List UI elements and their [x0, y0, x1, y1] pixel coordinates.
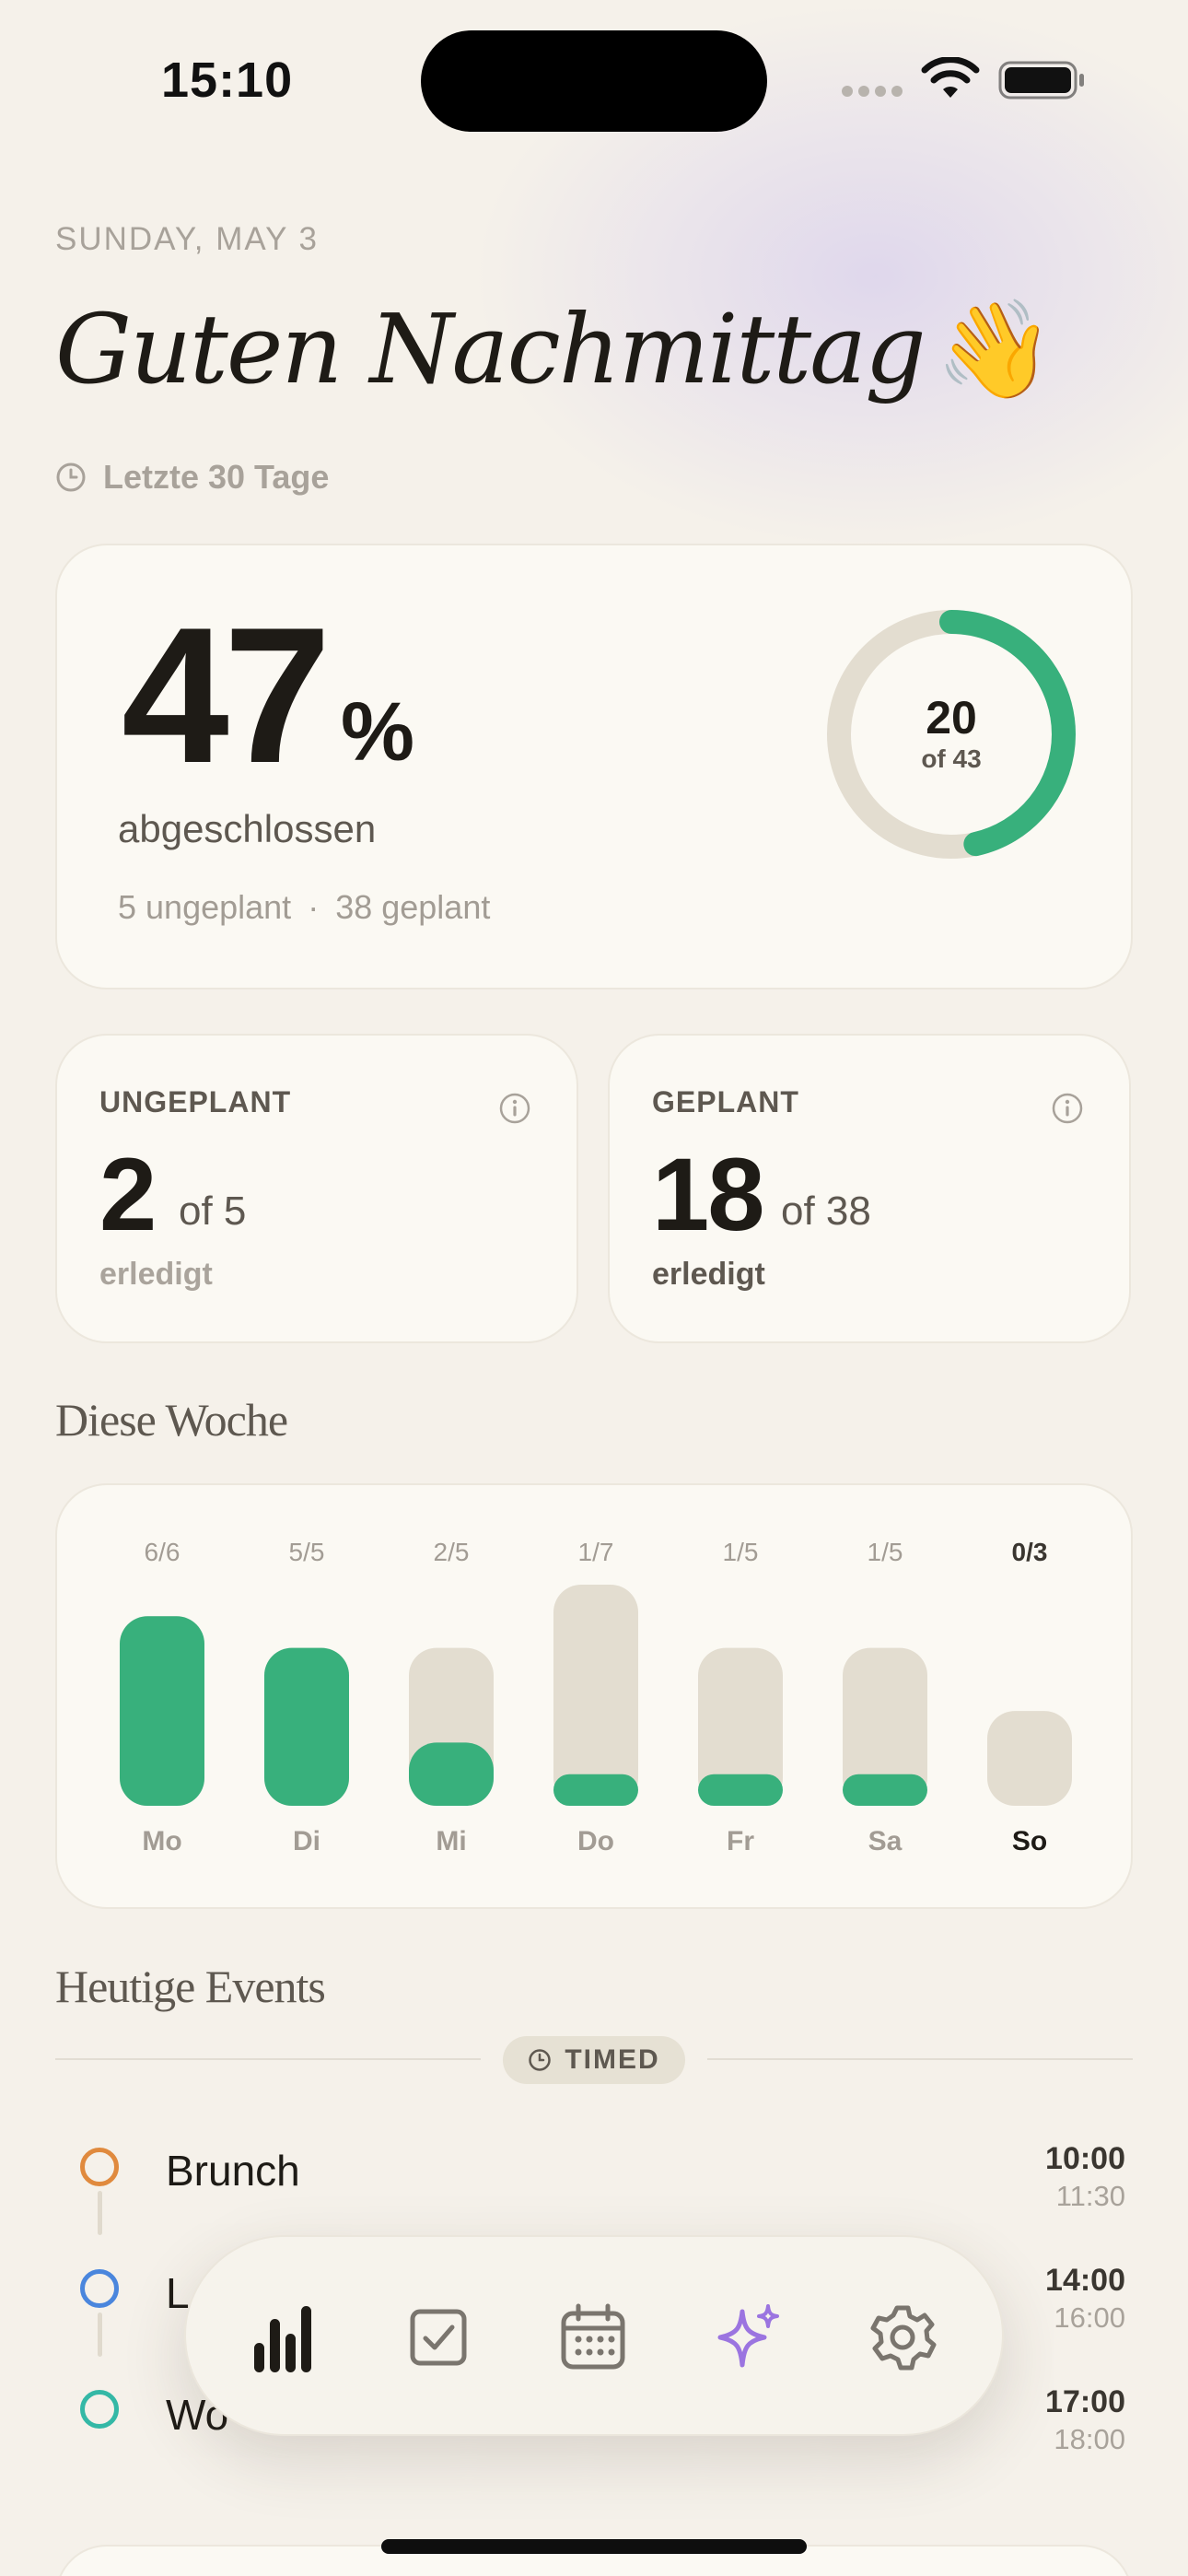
greeting-title: Guten Nachmittag 👋	[55, 293, 1054, 406]
event-timeline-dot	[80, 2390, 119, 2429]
bar-value-label: 1/7	[578, 1538, 614, 1566]
day-label-di: Di	[293, 1826, 320, 1856]
info-icon[interactable]	[1050, 1091, 1085, 1126]
bar-done-sa	[843, 1774, 927, 1806]
day-label-do: Do	[577, 1826, 614, 1856]
greeting-text: Guten Nachmittag	[55, 293, 926, 405]
bar-value-label: 1/5	[723, 1538, 759, 1566]
timed-filter-chip[interactable]: TIMED	[503, 2036, 685, 2084]
week-bar-chart: 6/6 Mo 5/5 Di 2/5 Mi 1/7 Do 1/5 Fr 1/5 Sa 0/3 So	[120, 1538, 1072, 1856]
completion-percent: 47	[122, 587, 332, 803]
waving-hand-emoji: 👋	[935, 293, 1054, 405]
event-end-time: 16:00	[1054, 2301, 1125, 2334]
day-label-mo: Mo	[142, 1826, 181, 1856]
divider-left	[55, 2058, 481, 2060]
period-label: Letzte 30 Tage	[103, 458, 330, 496]
bottom-tab-bar	[184, 2235, 1004, 2436]
battery-icon	[998, 61, 1084, 100]
unplanned-total: of 5	[179, 1188, 247, 1234]
completion-summary-card: 47 % abgeschlossen 5 ungeplant · 38 gepl…	[55, 544, 1133, 989]
bar-chart-icon	[254, 2306, 311, 2372]
bar-done-mi	[409, 1742, 494, 1806]
event-name[interactable]: L	[166, 2268, 190, 2318]
clock-icon	[529, 2049, 552, 2071]
task-breakdown: 5 ungeplant · 38 geplant	[118, 888, 490, 927]
tab-settings[interactable]	[854, 2289, 951, 2386]
bar-done-fr	[698, 1774, 783, 1806]
unplanned-done-value: 2	[99, 1137, 157, 1252]
bar-value-label: 1/5	[868, 1538, 903, 1566]
wifi-icon	[921, 57, 980, 98]
date-label: SUNDAY, MAY 3	[55, 221, 320, 257]
bar-value-label: 6/6	[145, 1538, 181, 1566]
checkbox-icon	[410, 2309, 467, 2366]
unplanned-title: UNGEPLANT	[99, 1085, 292, 1118]
signal-icon	[842, 86, 904, 97]
bar-remaining-do	[553, 1585, 638, 1806]
bar-value-label: 0/3	[1012, 1538, 1048, 1566]
planned-card: GEPLANT 18 of 38 erledigt	[608, 1034, 1131, 1343]
bar-done-do	[553, 1774, 638, 1806]
tab-ai-assistant[interactable]	[699, 2289, 797, 2386]
unplanned-card: UNGEPLANT 2 of 5 erledigt	[55, 1034, 578, 1343]
event-end-time: 18:00	[1054, 2423, 1125, 2455]
unplanned-footer: erledigt	[99, 1257, 213, 1292]
bar-done-mo	[120, 1616, 204, 1806]
day-label-so: So	[1012, 1826, 1047, 1856]
tab-calendar[interactable]	[544, 2289, 642, 2386]
timeline-connector	[98, 2313, 102, 2357]
event-start-time: 14:00	[1045, 2263, 1125, 2298]
status-time: 15:10	[161, 53, 294, 108]
timeline-connector	[98, 2191, 102, 2235]
bar-value-label: 2/5	[434, 1538, 470, 1566]
event-timeline-dot	[80, 2148, 119, 2186]
week-chart-card: 6/6 Mo 5/5 Di 2/5 Mi 1/7 Do 1/5 Fr 1/5 Sa 0/3 So	[55, 1483, 1133, 1909]
day-label-mi: Mi	[436, 1826, 466, 1856]
event-timeline-dot	[80, 2269, 119, 2308]
period-filter[interactable]: Letzte 30 Tage	[55, 458, 329, 497]
percent-sign: %	[341, 686, 415, 779]
bar-done-di	[264, 1647, 349, 1806]
event-start-time: 10:00	[1045, 2141, 1125, 2176]
calendar-icon	[561, 2303, 625, 2370]
gear-icon	[870, 2305, 937, 2371]
tab-tasks[interactable]	[390, 2289, 487, 2386]
bar-remaining-so	[987, 1711, 1072, 1806]
unplanned-count: 5 ungeplant	[118, 888, 292, 926]
home-indicator	[381, 2539, 807, 2554]
planned-done-value: 18	[652, 1137, 765, 1252]
events-section-title: Heutige Events	[55, 1961, 326, 2012]
ring-total: of 43	[921, 744, 982, 773]
separator-dot: ·	[308, 888, 320, 926]
planned-title: GEPLANT	[652, 1085, 799, 1118]
event-end-time: 11:30	[1055, 2180, 1125, 2212]
planned-footer: erledigt	[652, 1257, 765, 1292]
clock-icon	[56, 463, 86, 492]
bar-value-label: 5/5	[289, 1538, 325, 1566]
week-section-title: Diese Woche	[55, 1394, 288, 1446]
sparkles-icon	[717, 2304, 779, 2368]
event-name[interactable]: Brunch	[166, 2146, 300, 2195]
completion-label: abgeschlossen	[118, 807, 377, 850]
planned-total: of 38	[781, 1188, 871, 1234]
tab-statistics[interactable]	[237, 2289, 334, 2386]
timed-chip-label: TIMED	[565, 2044, 660, 2075]
event-start-time: 17:00	[1045, 2384, 1125, 2419]
divider-right	[707, 2058, 1133, 2060]
info-icon[interactable]	[497, 1091, 532, 1126]
day-label-fr: Fr	[727, 1826, 754, 1856]
dynamic-island	[421, 30, 767, 132]
ring-value: 20	[926, 692, 977, 744]
day-label-sa: Sa	[868, 1826, 903, 1856]
planned-count: 38 geplant	[335, 888, 491, 926]
